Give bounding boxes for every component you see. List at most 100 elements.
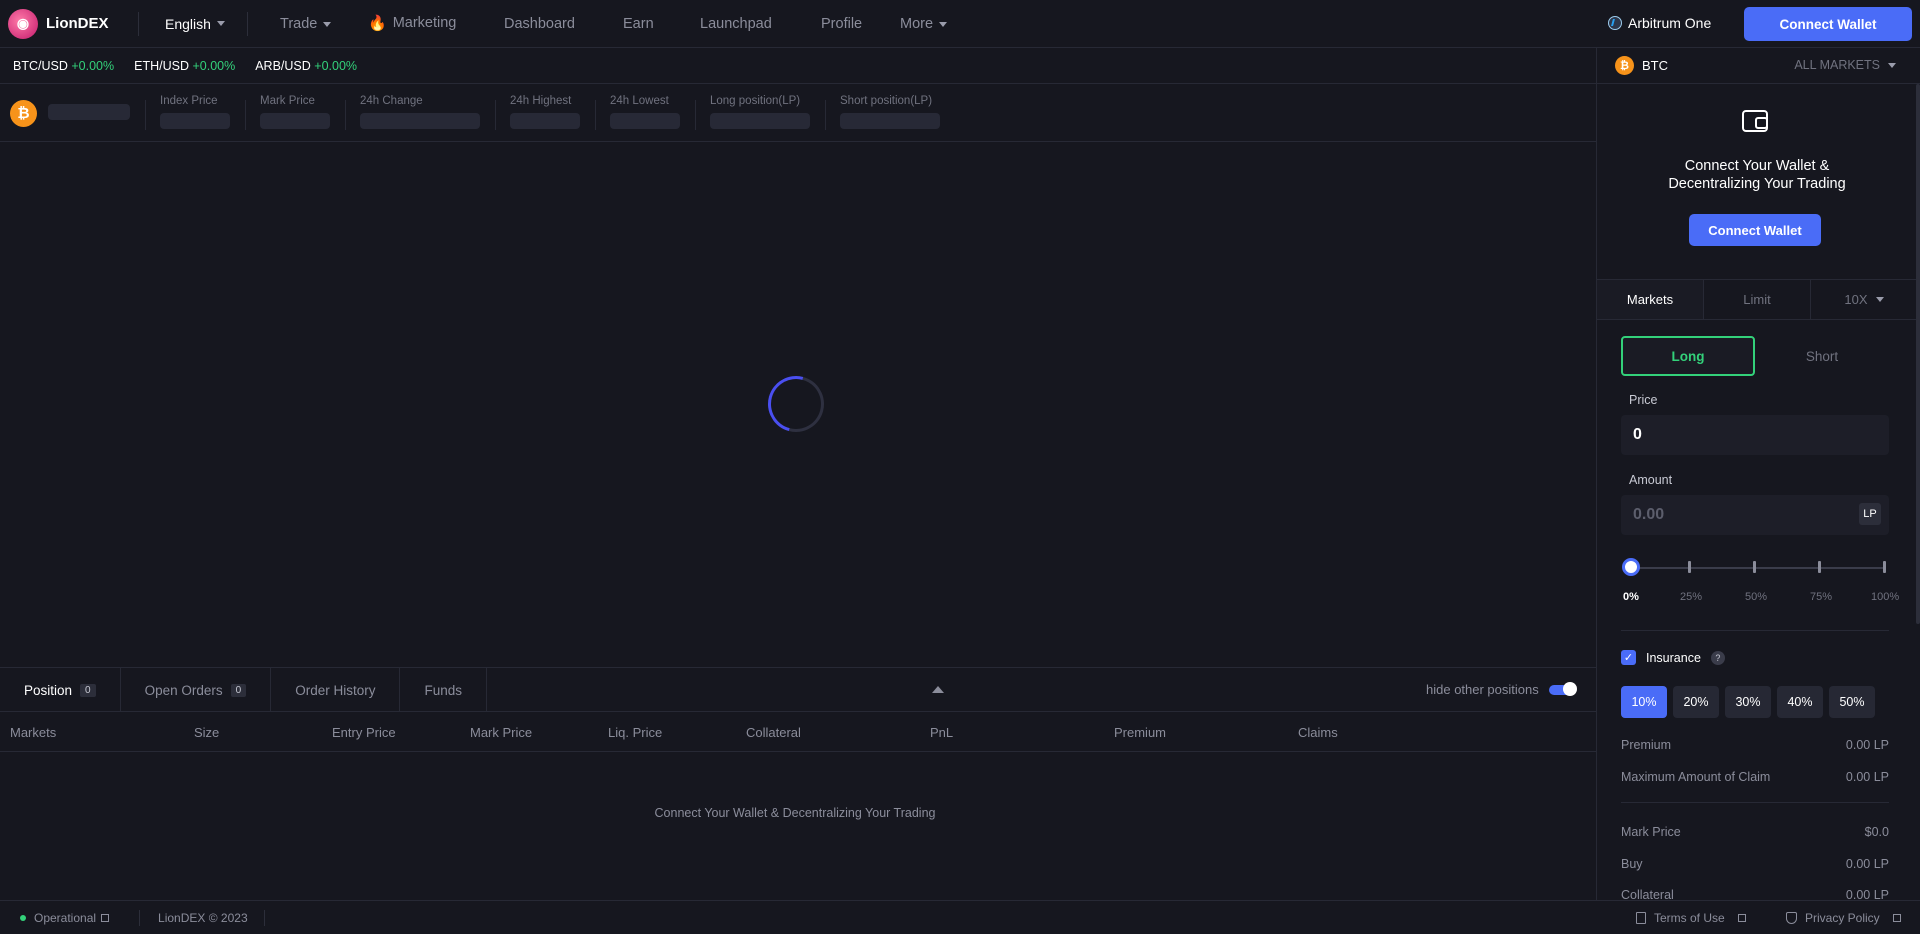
slider-pct-label[interactable]: 0% [1623, 591, 1639, 603]
long-button[interactable]: Long [1621, 336, 1755, 376]
long-position-label: Long position(LP) [710, 95, 801, 107]
bitcoin-icon: ₿ [10, 100, 37, 127]
nav-item-more[interactable]: More [900, 16, 948, 32]
slider-pct-label[interactable]: 50% [1745, 591, 1767, 603]
detail-value: $0.0 [1864, 825, 1889, 839]
network-label: Arbitrum One [1628, 15, 1712, 31]
insurance-50-button[interactable]: 50% [1829, 686, 1875, 718]
insurance-checkbox[interactable]: ✓ [1621, 650, 1636, 665]
tab-open-orders[interactable]: Open Orders 0 [121, 668, 272, 712]
24h-change-skeleton [360, 113, 480, 129]
short-position-skeleton [840, 113, 940, 129]
help-icon[interactable]: ? [1710, 650, 1725, 665]
slider-tick[interactable] [1818, 561, 1821, 573]
premium-row: Premium 0.00 LP [1621, 738, 1889, 752]
logo[interactable]: ◉ LionDEX [8, 8, 138, 39]
divider [1621, 802, 1889, 803]
long-position-skeleton [710, 113, 810, 129]
amount-slider-handle[interactable] [1622, 558, 1640, 576]
chart-area[interactable] [0, 142, 1596, 668]
ticker-pair: BTC/USD [13, 58, 68, 73]
loading-spinner-icon [757, 365, 835, 443]
ticker-pair: ETH/USD [134, 58, 189, 73]
expand-up-icon[interactable] [932, 686, 944, 693]
status-label: Operational [34, 910, 97, 925]
privacy-link[interactable]: Privacy Policy [1786, 911, 1901, 925]
connect-wallet-button[interactable]: Connect Wallet [1744, 7, 1912, 41]
ticker-item[interactable]: BTC/USD +0.00% [13, 59, 114, 73]
nav-item-trade[interactable]: Trade [280, 16, 332, 32]
insurance-40-button[interactable]: 40% [1777, 686, 1823, 718]
nav-item-label: More [900, 16, 934, 32]
column-header: Entry Price [332, 725, 396, 740]
hide-other-positions[interactable]: hide other positions [1426, 681, 1577, 697]
insurance-row: ✓ Insurance ? [1621, 650, 1725, 665]
terms-label: Terms of Use [1654, 910, 1725, 925]
slider-tick[interactable] [1753, 561, 1756, 573]
amount-unit: LP [1859, 503, 1881, 525]
hide-positions-toggle[interactable] [1548, 681, 1577, 696]
nav-item-launchpad[interactable]: Launchpad [700, 16, 772, 32]
tab-label: Order History [295, 682, 376, 698]
panel-scrollbar[interactable] [1916, 84, 1920, 624]
slider-pct-label[interactable]: 100% [1871, 591, 1899, 603]
insurance-10-button[interactable]: 10% [1621, 686, 1667, 718]
nav-item-profile[interactable]: Profile [821, 16, 862, 32]
slider-tick[interactable] [1688, 561, 1691, 573]
ticker-change: +0.00% [192, 58, 236, 73]
leverage-select[interactable]: 10X [1811, 280, 1917, 319]
tab-markets[interactable]: Markets [1597, 280, 1704, 319]
price-input[interactable]: 0 [1621, 415, 1889, 455]
divider [139, 909, 141, 926]
status-link[interactable]: Operational [20, 910, 110, 925]
short-button[interactable]: Short [1755, 336, 1889, 376]
divider [345, 100, 346, 130]
nav-item-dashboard[interactable]: Dashboard [504, 16, 575, 32]
terms-link[interactable]: Terms of Use [1636, 911, 1746, 925]
amount-input[interactable]: 0.00 LP [1621, 495, 1889, 535]
tab-order-history[interactable]: Order History [271, 668, 401, 712]
column-header: Premium [1114, 725, 1167, 740]
tab-label: Open Orders [144, 682, 223, 698]
detail-label: Buy [1621, 857, 1643, 871]
detail-value: 0.00 LP [1845, 857, 1889, 871]
ticker-item[interactable]: ARB/USD +0.00% [255, 59, 357, 73]
language-select[interactable]: English [139, 16, 247, 32]
amount-placeholder: 0.00 [1633, 506, 1665, 523]
tab-limit[interactable]: Limit [1704, 280, 1811, 319]
long-short-toggle: Long Short [1621, 336, 1889, 376]
tab-position[interactable]: Position 0 [0, 668, 121, 712]
nav-item-marketing[interactable]: 🔥 Marketing [368, 14, 456, 32]
empty-positions-message: Connect Your Wallet & Decentralizing You… [654, 806, 936, 820]
detail-label: Premium [1621, 738, 1672, 752]
short-position-label: Short position(LP) [840, 95, 933, 107]
wallet-message: Connect Your Wallet & Decentralizing You… [1597, 157, 1917, 193]
all-markets-label: ALL MARKETS [1794, 58, 1880, 72]
trade-panel: ₿ BTC ALL MARKETS Connect Your Wallet & … [1596, 48, 1920, 900]
network-selector[interactable]: Arbitrum One [1608, 15, 1711, 31]
connect-wallet-button[interactable]: Connect Wallet [1689, 214, 1821, 246]
buy-row: Buy 0.00 LP [1621, 857, 1889, 871]
slider-pct-label[interactable]: 75% [1810, 591, 1832, 603]
insurance-30-button[interactable]: 30% [1725, 686, 1771, 718]
tab-funds[interactable]: Funds [400, 668, 487, 712]
nav-item-label: Trade [280, 16, 318, 32]
divider [245, 100, 246, 130]
fire-icon: 🔥 [368, 15, 387, 32]
24h-highest-skeleton [510, 113, 580, 129]
slider-tick[interactable] [1883, 561, 1886, 573]
slider-pct-label[interactable]: 25% [1680, 591, 1702, 603]
hide-positions-label: hide other positions [1426, 682, 1539, 697]
nav-item-earn[interactable]: Earn [623, 16, 654, 32]
divider [246, 11, 248, 36]
leverage-label: 10X [1844, 292, 1868, 307]
all-markets-dropdown[interactable]: ALL MARKETS [1794, 58, 1896, 72]
detail-value: 0.00 LP [1845, 770, 1889, 784]
ticker-item[interactable]: ETH/USD +0.00% [134, 59, 235, 73]
footer: Operational LionDEX © 2023 Terms of Use … [0, 900, 1920, 934]
copyright: LionDEX © 2023 [158, 910, 248, 925]
insurance-20-button[interactable]: 20% [1673, 686, 1719, 718]
insurance-label: Insurance [1646, 650, 1701, 665]
mark-price-row: Mark Price $0.0 [1621, 825, 1889, 839]
market-selector[interactable]: ₿ BTC ALL MARKETS [1597, 48, 1920, 84]
